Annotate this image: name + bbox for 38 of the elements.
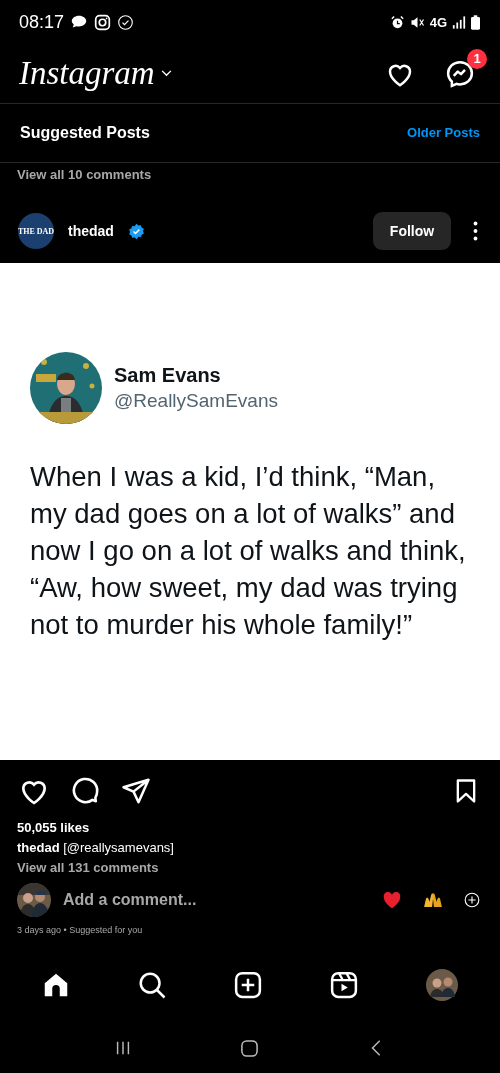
username[interactable]: thedad — [68, 223, 114, 240]
messenger-icon[interactable] — [445, 58, 475, 89]
mute-icon — [409, 14, 425, 30]
signal-icon — [452, 15, 466, 29]
plus-square-icon[interactable] — [233, 970, 263, 1001]
search-icon[interactable] — [137, 970, 167, 1001]
heart-emoji-icon[interactable] — [382, 891, 402, 910]
video-clip-icon[interactable] — [329, 970, 359, 1001]
battery-icon — [471, 14, 480, 30]
check-circle-icon — [117, 13, 135, 31]
follow-button[interactable]: Follow — [373, 212, 451, 251]
instagram-logo[interactable]: Instagram — [19, 55, 155, 93]
comment-icon[interactable] — [70, 775, 101, 807]
comment-input-field[interactable]: Add a comment... — [63, 891, 197, 910]
home-button-icon[interactable] — [240, 1038, 260, 1058]
status-time: 08:17 — [19, 11, 65, 33]
camera-icon — [94, 13, 112, 31]
post-caption: thedad [@reallysamevans] — [17, 840, 175, 856]
alarm-icon — [389, 14, 405, 30]
tweet-handle: @ReallySamEvans — [114, 390, 278, 413]
account-avatar[interactable]: THE DAD — [18, 213, 54, 250]
profile-avatar[interactable] — [425, 968, 459, 1003]
network-label: 4G — [429, 14, 447, 30]
avatar-logo-text: THE DAD — [17, 226, 55, 236]
chevron-down-icon[interactable] — [160, 70, 172, 78]
tweet-author-name: Sam Evans — [114, 364, 222, 388]
raised-hands-icon[interactable] — [422, 892, 444, 909]
send-icon[interactable] — [121, 776, 151, 807]
notification-badge: 1 — [467, 48, 487, 69]
view-comments-link[interactable]: View all 131 comments — [17, 860, 483, 876]
post-timestamp: 3 days ago • Suggested for you — [17, 925, 143, 936]
section-title: Suggested Posts — [20, 123, 150, 142]
more-options-icon[interactable] — [473, 220, 478, 243]
view-comments-link[interactable]: View all 10 comments — [17, 166, 152, 182]
add-circle-icon[interactable] — [464, 892, 480, 909]
like-count[interactable]: 50,055 likes — [17, 820, 483, 836]
older-posts-link[interactable]: Older Posts — [407, 125, 480, 141]
tweet-text: When I was a kid, I’d think, “Man, my dad goes on a lot of walks” and now I go on a lot of walks and think, “Aw, how sweet, my dad was trying not to murder his whole family!” — [30, 460, 467, 643]
